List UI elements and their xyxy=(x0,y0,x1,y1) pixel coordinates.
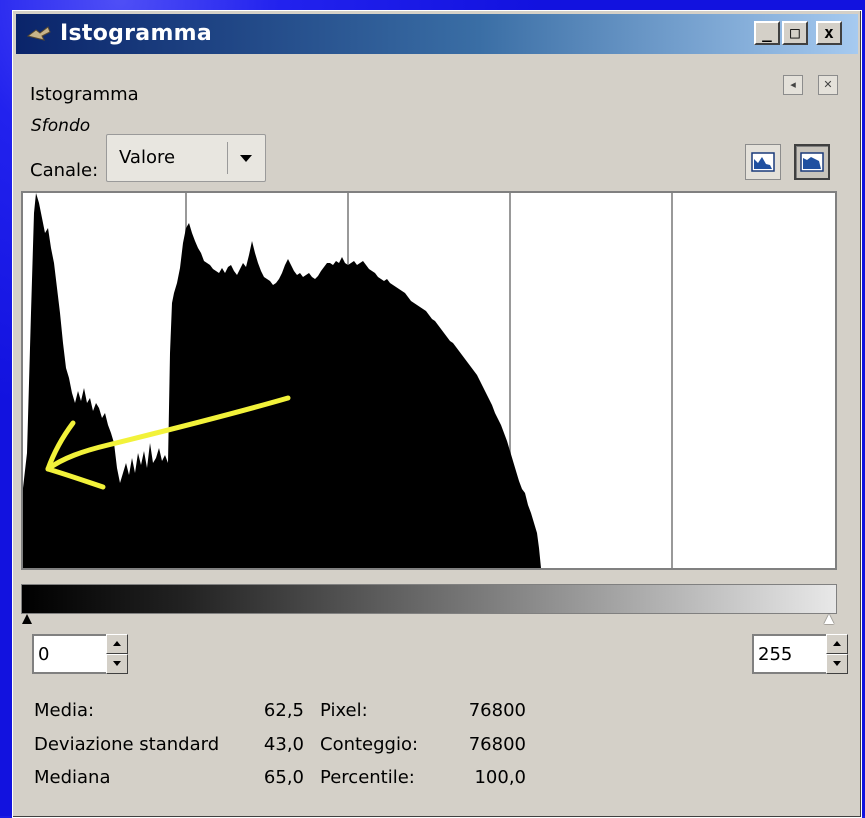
gimp-app-icon xyxy=(26,26,51,41)
stat-value-std-dev: 43,0 xyxy=(263,734,304,755)
histogram-view[interactable] xyxy=(21,191,837,570)
logarithmic-histogram-button[interactable] xyxy=(794,144,830,180)
linear-histogram-icon xyxy=(751,152,775,172)
range-start-input[interactable]: 0 xyxy=(32,634,106,674)
range-end-marker[interactable] xyxy=(824,614,834,624)
decrement-icon[interactable] xyxy=(826,654,848,674)
stat-value-mean: 62,5 xyxy=(263,700,304,721)
stat-label-count: Conteggio: xyxy=(320,734,419,755)
range-start-marker[interactable] xyxy=(22,614,32,624)
stat-label-std-dev: Deviazione standard xyxy=(34,734,220,755)
decrement-icon[interactable] xyxy=(106,654,128,674)
channel-select[interactable]: Valore xyxy=(106,134,266,182)
linear-histogram-button[interactable] xyxy=(745,144,781,180)
range-start-stepper[interactable] xyxy=(106,634,128,674)
increment-icon[interactable] xyxy=(106,634,128,654)
maximize-button[interactable]: □ xyxy=(782,21,808,45)
stat-label-median: Mediana xyxy=(34,767,111,788)
range-end-stepper[interactable] xyxy=(826,634,848,674)
window-title: Istogramma xyxy=(60,21,213,46)
chevron-down-icon xyxy=(240,155,252,162)
minimize-button[interactable]: _ xyxy=(754,21,780,45)
stat-value-percentile: 100,0 xyxy=(474,767,526,788)
title-bar[interactable]: Istogramma _ □ x xyxy=(16,14,858,54)
stat-label-mean: Media: xyxy=(34,700,95,721)
stat-value-count: 76800 xyxy=(468,734,526,755)
channel-selected-value: Valore xyxy=(119,147,176,168)
logarithmic-histogram-icon xyxy=(800,152,824,172)
close-button[interactable]: x xyxy=(816,21,842,45)
layer-name: Sfondo xyxy=(31,116,91,136)
value-gradient-bar xyxy=(21,584,837,614)
close-dock-icon[interactable]: ✕ xyxy=(818,75,838,95)
stat-value-pixels: 76800 xyxy=(468,700,526,721)
stat-label-percentile: Percentile: xyxy=(320,767,415,788)
combo-divider xyxy=(227,142,228,174)
panel-header: Istogramma xyxy=(30,84,139,105)
tab-menu-icon[interactable]: ◂ xyxy=(783,75,803,95)
channel-label: Canale: xyxy=(30,160,99,181)
range-end-input[interactable]: 255 xyxy=(752,634,826,674)
stat-label-pixels: Pixel: xyxy=(320,700,368,721)
stat-value-median: 65,0 xyxy=(263,767,304,788)
yellow-arrow-annotation xyxy=(45,395,291,490)
increment-icon[interactable] xyxy=(826,634,848,654)
